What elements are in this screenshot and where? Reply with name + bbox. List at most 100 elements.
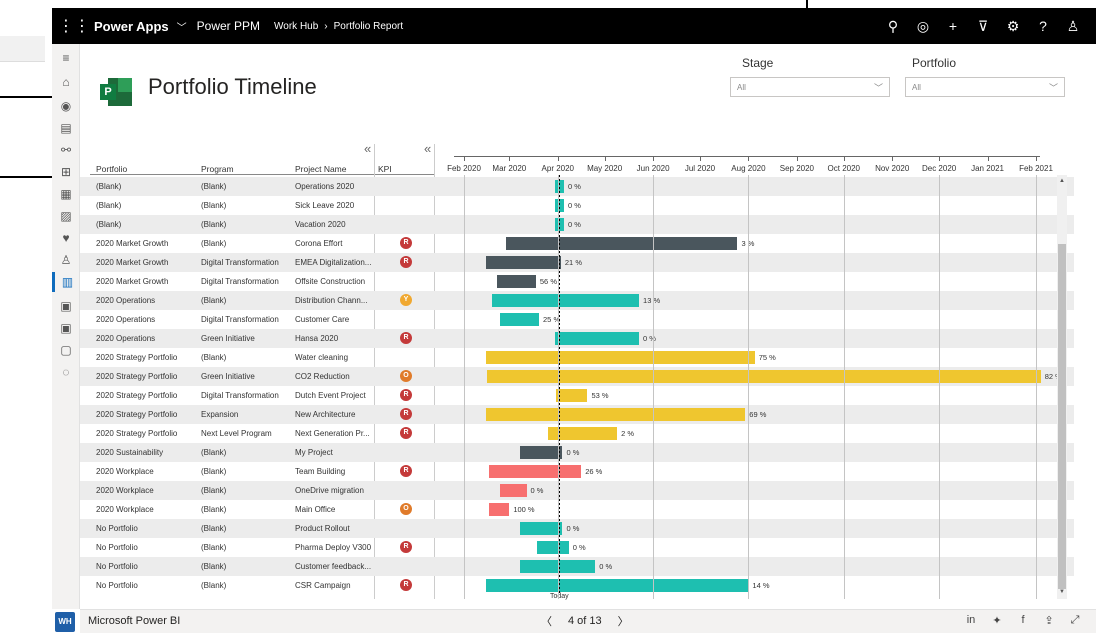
timeline-bar[interactable] [485, 256, 561, 269]
share-icon[interactable]: ⇪ [1036, 614, 1062, 627]
table-row[interactable]: 2020 Strategy Portfolio Expansion New Arch… [80, 405, 1074, 424]
table-row[interactable]: No Portfolio (Blank) CSR Campaign R 14 % [80, 576, 1074, 595]
timeline-bar[interactable] [487, 370, 1041, 383]
timeline-bar[interactable] [556, 389, 588, 402]
chevron-down-icon[interactable]: ﹀ [874, 81, 883, 94]
axis-tick [653, 156, 655, 161]
person-icon[interactable]: ♙ [52, 250, 80, 270]
column-header-project[interactable]: Project Name [295, 164, 347, 174]
table-row[interactable]: 2020 Market Growth Digital Transformation… [80, 253, 1074, 272]
stage-slicer[interactable]: All ﹀ [730, 77, 890, 97]
table-row[interactable]: 2020 Strategy Portfolio Next Level Progra… [80, 424, 1074, 443]
table-row[interactable]: 2020 Strategy Portfolio Digital Transform… [80, 386, 1074, 405]
timeline-bar[interactable] [520, 446, 563, 459]
home-icon[interactable]: ⌂ [52, 72, 80, 92]
scrollbar-thumb[interactable] [1058, 244, 1066, 589]
collapse-icon[interactable]: « [424, 141, 431, 156]
report-icon[interactable]: ▥ [52, 272, 80, 292]
prev-page-icon[interactable]: 〈 [541, 613, 552, 629]
check-circle-icon[interactable]: ◌ [52, 362, 80, 382]
table-row[interactable]: 2020 Operations (Blank) Distribution Chann… [80, 291, 1074, 310]
table-row[interactable]: No Portfolio (Blank) Pharma Deploy V300 R 0 … [80, 538, 1074, 557]
timeline-bar[interactable] [520, 522, 563, 535]
search-icon[interactable]: ⚲ [878, 18, 908, 35]
scroll-down-icon[interactable]: ▼ [1059, 589, 1065, 595]
scroll-up-icon[interactable]: ▲ [1059, 178, 1065, 184]
help-icon[interactable]: ? [1028, 18, 1058, 34]
assistant-icon[interactable]: ◎ [908, 18, 938, 35]
timeline-bar[interactable] [489, 465, 582, 478]
expand-icon[interactable]: ⤢ [1062, 614, 1088, 627]
grid-icon[interactable]: ▦ [52, 184, 80, 204]
table-row[interactable]: 2020 Workplace (Blank) Team Building R 26 % [80, 462, 1074, 481]
timeline-bar[interactable] [554, 332, 640, 345]
timeline-bar[interactable] [485, 408, 746, 421]
table-row[interactable]: 2020 Workplace (Blank) OneDrive migration 0… [80, 481, 1074, 500]
table-row[interactable]: 2020 Strategy Portfolio Green Initiative C… [80, 367, 1074, 386]
table-row[interactable]: 2020 Operations Digital Transformation Cus… [80, 310, 1074, 329]
portfolio-slicer[interactable]: All ﹀ [905, 77, 1065, 97]
timeline-bar[interactable] [492, 294, 640, 307]
facebook-icon[interactable]: f [1010, 614, 1036, 627]
column-header-kpi[interactable]: KPI [378, 164, 392, 174]
table-row[interactable]: 2020 Market Growth (Blank) Corona Effort R 3… [80, 234, 1074, 253]
table-row[interactable]: 2020 Operations Green Initiative Hansa 202… [80, 329, 1074, 348]
timeline-bar[interactable] [485, 351, 755, 364]
timeline-bar[interactable] [499, 313, 539, 326]
add-icon[interactable]: + [938, 18, 968, 34]
program-cell: (Blank) [201, 201, 227, 210]
settings-icon[interactable]: ⚙ [998, 18, 1028, 35]
circle-icon[interactable]: ◉ [52, 96, 80, 116]
table-row[interactable]: 2020 Workplace (Blank) Main Office O 100 % [80, 500, 1074, 519]
table-row[interactable]: 2020 Sustainability (Blank) My Project 0 % [80, 443, 1074, 462]
table-icon[interactable]: ⊞ [52, 162, 80, 182]
axis-tick [604, 156, 606, 161]
twitter-icon[interactable]: ✦ [984, 614, 1010, 627]
filter-icon[interactable]: ⊽ [968, 18, 998, 35]
page-icon[interactable]: ▢ [52, 340, 80, 360]
column-header-program[interactable]: Program [201, 164, 234, 174]
column-header-portfolio[interactable]: Portfolio [96, 164, 127, 174]
portfolio-cell: 2020 Workplace [96, 486, 154, 495]
breadcrumb-workhub[interactable]: Work Hub [274, 21, 318, 32]
image-icon[interactable]: ▨ [52, 206, 80, 226]
collapse-icon[interactable]: « [364, 141, 371, 156]
timeline-bar[interactable] [499, 484, 527, 497]
user-icon[interactable]: ♙ [1058, 18, 1088, 35]
axis-tick [987, 156, 989, 161]
chevron-down-icon[interactable]: ﹀ [1049, 81, 1058, 94]
app-name[interactable]: Power Apps [94, 19, 169, 34]
table-row[interactable]: No Portfolio (Blank) Product Rollout 0 % [80, 519, 1074, 538]
timeline-bar[interactable] [537, 541, 569, 554]
project-cell: New Architecture [295, 410, 356, 419]
hamburger-icon[interactable]: ≡ [52, 48, 80, 68]
timeline-bar[interactable] [506, 237, 738, 250]
program-cell: Digital Transformation [201, 315, 279, 324]
next-page-icon[interactable]: 〉 [618, 613, 629, 629]
timeline-bar[interactable] [489, 503, 510, 516]
kpi-badge: O [400, 503, 412, 515]
progress-label: 0 % [530, 486, 544, 495]
table-row[interactable]: (Blank) (Blank) Operations 2020 0 % [80, 177, 1074, 196]
avatar[interactable]: WH [55, 612, 75, 632]
environment-name[interactable]: Power PPM [197, 19, 260, 33]
clipboard-icon[interactable]: ▣ [52, 296, 80, 316]
hierarchy-icon[interactable]: ⚯ [52, 140, 80, 160]
table-row[interactable]: No Portfolio (Blank) Customer feedback... 0… [80, 557, 1074, 576]
table-row[interactable]: (Blank) (Blank) Vacation 2020 0 % [80, 215, 1074, 234]
app-launcher-icon[interactable]: ⋮⋮ [58, 16, 90, 36]
timeline-bar[interactable] [485, 579, 749, 592]
powerbi-brand[interactable]: Microsoft Power BI [88, 615, 180, 627]
table-row[interactable]: (Blank) (Blank) Sick Leave 2020 0 % [80, 196, 1074, 215]
chevron-down-icon[interactable]: ﹀ [177, 19, 187, 34]
table-row[interactable]: 2020 Strategy Portfolio (Blank) Water clea… [80, 348, 1074, 367]
kpi-badge: R [400, 332, 412, 344]
linkedin-icon[interactable]: in [958, 614, 984, 627]
heart-icon[interactable]: ♥ [52, 228, 80, 248]
annotation-line [0, 176, 52, 178]
clipboard-icon[interactable]: ▣ [52, 318, 80, 338]
document-icon[interactable]: ▤ [52, 118, 80, 138]
timeline-bar[interactable] [496, 275, 536, 288]
page-navigator: 〈 4 of 13 〉 [533, 613, 637, 629]
table-row[interactable]: 2020 Market Growth Digital Transformation… [80, 272, 1074, 291]
